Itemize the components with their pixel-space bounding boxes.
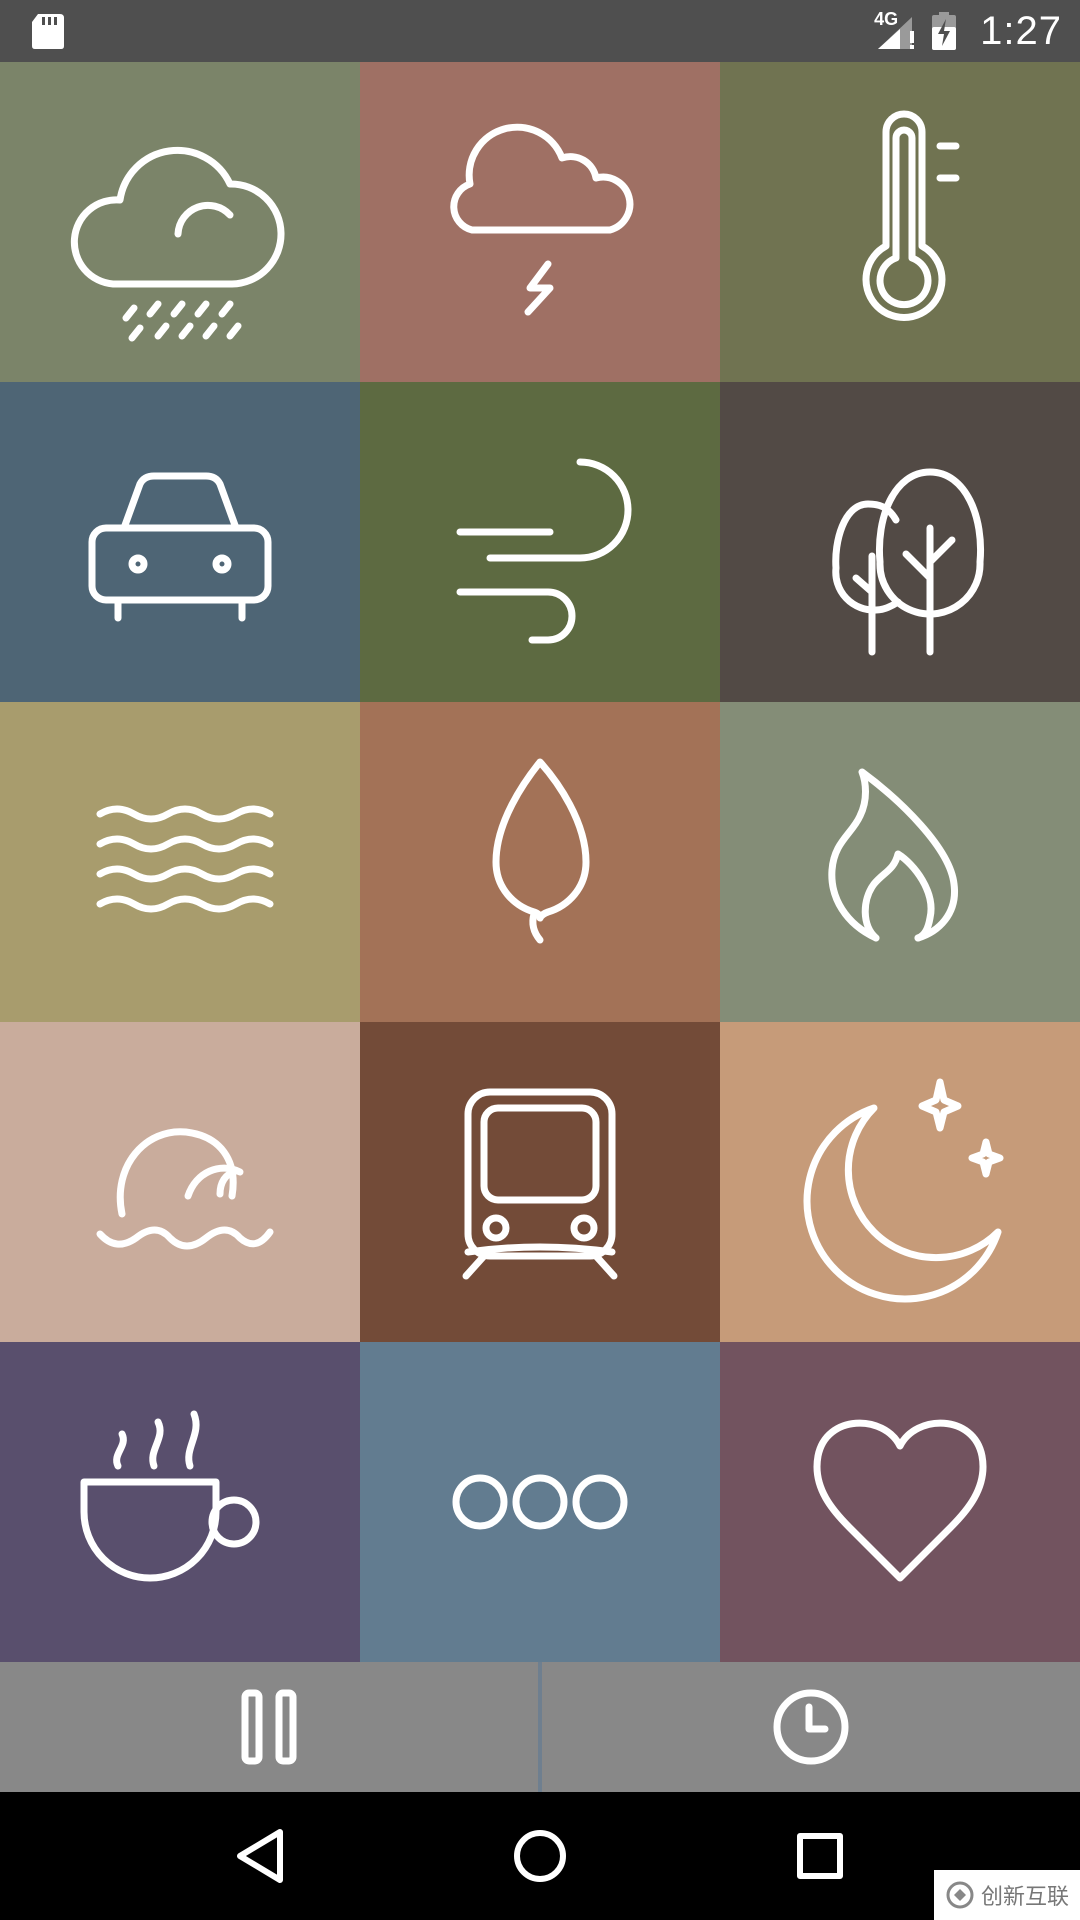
heart-icon xyxy=(813,1419,987,1582)
home-circle-icon xyxy=(514,1830,566,1882)
back-triangle-icon xyxy=(237,1829,283,1883)
battery-charging-icon xyxy=(932,12,957,50)
pause-button[interactable] xyxy=(0,1662,538,1792)
car-icon xyxy=(88,472,272,622)
back-button[interactable] xyxy=(220,1816,300,1896)
tile-temperature[interactable] xyxy=(720,62,1080,382)
tile-fire[interactable] xyxy=(720,702,1080,1022)
watermark-text: 创新互联 xyxy=(980,1885,1069,1910)
navigation-bar xyxy=(0,1792,1080,1920)
tile-car[interactable] xyxy=(0,382,360,702)
status-icons: 4G 1:27 xyxy=(874,0,1062,62)
tile-leaf[interactable] xyxy=(360,702,720,1022)
tile-sea-waves[interactable] xyxy=(0,1022,360,1342)
tile-rain[interactable] xyxy=(0,62,360,382)
flame-icon xyxy=(828,768,958,942)
recents-square-icon xyxy=(797,1833,843,1879)
playback-controls xyxy=(0,1662,1080,1792)
tile-wind[interactable] xyxy=(360,382,720,702)
wind-icon xyxy=(456,458,632,644)
tile-water[interactable] xyxy=(0,702,360,1022)
ocean-wave-icon xyxy=(96,1128,274,1250)
rain-cloud-icon xyxy=(70,146,285,342)
clock-time: 1:27 xyxy=(980,8,1062,53)
clock-icon xyxy=(773,1689,849,1765)
tile-more[interactable] xyxy=(360,1342,720,1662)
tile-thunderstorm[interactable] xyxy=(360,62,720,382)
tile-coffee-shop[interactable] xyxy=(0,1342,360,1662)
pause-icon xyxy=(241,1689,297,1765)
sound-grid xyxy=(0,62,1080,1662)
thunderstorm-icon xyxy=(450,123,634,316)
more-dots-icon xyxy=(452,1474,628,1530)
watermark-logo-icon xyxy=(946,1881,974,1909)
app-screen: 4G 1:27 创新互联 xyxy=(0,0,1080,1920)
trees-icon xyxy=(832,468,985,656)
signal-no-data-icon xyxy=(878,17,915,49)
signal-indicator: 4G xyxy=(874,9,920,51)
watermark: 创新互联 xyxy=(934,1870,1080,1920)
timer-button[interactable] xyxy=(542,1662,1080,1792)
sd-card-icon xyxy=(32,14,64,49)
home-button[interactable] xyxy=(500,1816,580,1896)
tile-train[interactable] xyxy=(360,1022,720,1342)
moon-stars-icon xyxy=(803,1078,1004,1303)
tile-favorites[interactable] xyxy=(720,1342,1080,1662)
coffee-cup-icon xyxy=(80,1410,260,1582)
tile-night[interactable] xyxy=(720,1022,1080,1342)
tile-forest[interactable] xyxy=(720,382,1080,702)
recents-button[interactable] xyxy=(780,1816,860,1896)
train-icon xyxy=(462,1088,618,1280)
leaf-drop-icon xyxy=(492,758,590,944)
waves-icon xyxy=(96,805,274,913)
status-bar: 4G 1:27 xyxy=(0,0,1080,62)
thermometer-icon xyxy=(862,110,960,321)
